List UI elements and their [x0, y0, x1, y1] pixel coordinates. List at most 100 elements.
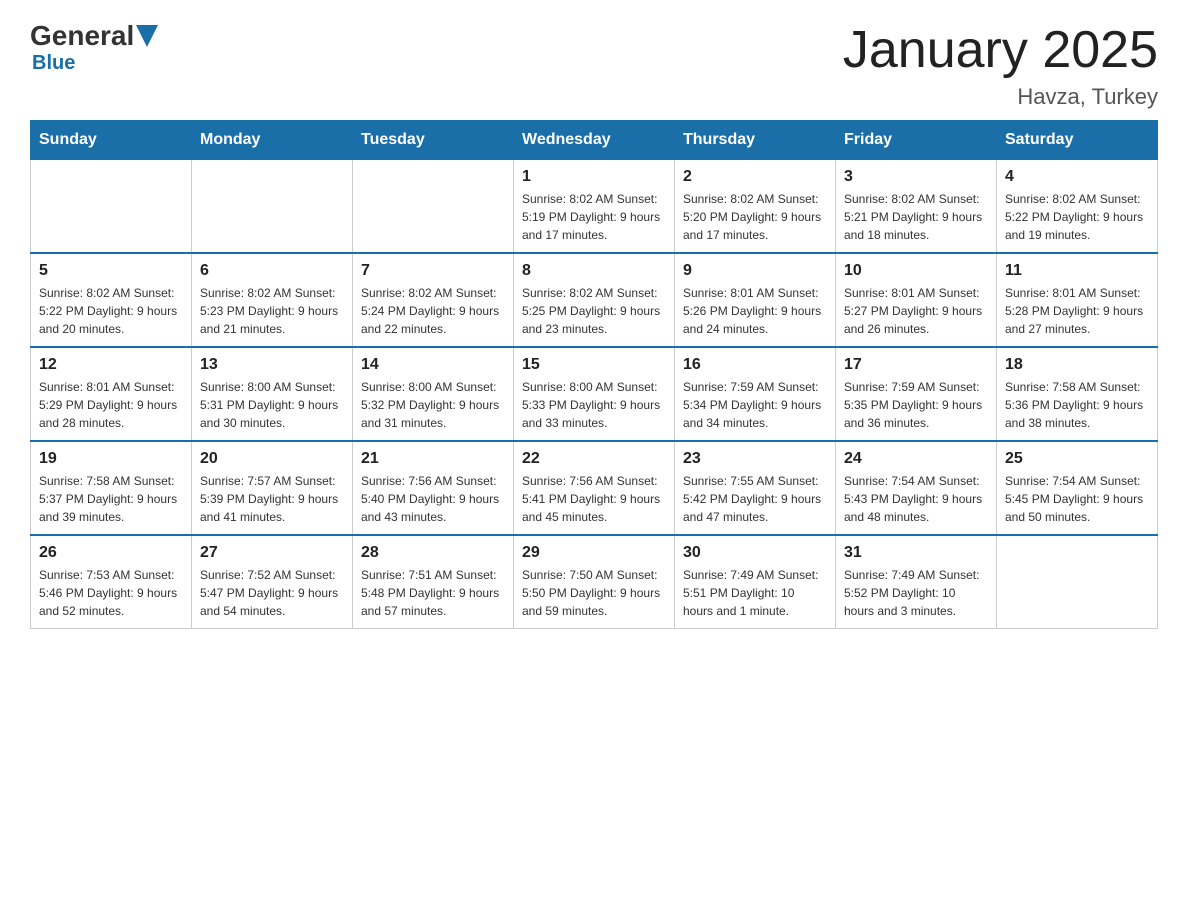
day-info: Sunrise: 8:01 AM Sunset: 5:29 PM Dayligh…	[39, 378, 183, 432]
day-info: Sunrise: 7:51 AM Sunset: 5:48 PM Dayligh…	[361, 566, 505, 620]
day-info: Sunrise: 8:02 AM Sunset: 5:20 PM Dayligh…	[683, 190, 827, 244]
day-cell: 13Sunrise: 8:00 AM Sunset: 5:31 PM Dayli…	[192, 347, 353, 441]
day-number: 11	[1005, 262, 1149, 280]
day-number: 3	[844, 168, 988, 186]
day-info: Sunrise: 7:59 AM Sunset: 5:34 PM Dayligh…	[683, 378, 827, 432]
col-thursday: Thursday	[675, 121, 836, 160]
col-saturday: Saturday	[997, 121, 1158, 160]
day-cell: 17 Sunrise: 7:59 AM Sunset: 5:35 PM Dayli…	[836, 347, 997, 441]
day-number: 25	[1005, 450, 1149, 468]
day-info: Sunrise: 8:02 AM Sunset: 5:24 PM Dayligh…	[361, 284, 505, 338]
day-info: Sunrise: 8:02 AM Sunset: 5:21 PM Dayligh…	[844, 190, 988, 244]
day-number: 22	[522, 450, 666, 468]
day-info: Sunrise: 7:58 AM Sunset: 5:37 PM Dayligh…	[39, 472, 183, 526]
day-number: 5	[39, 262, 183, 280]
day-info: Sunrise: 7:59 AM Sunset: 5:35 PM Dayligh…	[844, 378, 988, 432]
day-number: 8	[522, 262, 666, 280]
day-cell	[31, 160, 192, 254]
day-cell: 24Sunrise: 7:54 AM Sunset: 5:43 PM Dayli…	[836, 441, 997, 535]
day-number: 29	[522, 544, 666, 562]
day-cell: 1Sunrise: 8:02 AM Sunset: 5:19 PM Daylig…	[514, 160, 675, 254]
day-cell: 23 Sunrise: 7:55 AM Sunset: 5:42 PM Dayli…	[675, 441, 836, 535]
day-number: 30	[683, 544, 827, 562]
day-info: Sunrise: 8:01 AM Sunset: 5:26 PM Dayligh…	[683, 284, 827, 338]
page-header: General Blue January 2025 Havza, Turkey	[30, 20, 1158, 110]
day-number: 2	[683, 168, 827, 186]
day-info: Sunrise: 7:58 AM Sunset: 5:36 PM Dayligh…	[1005, 378, 1149, 432]
day-cell: 20 Sunrise: 7:57 AM Sunset: 5:39 PM Dayli…	[192, 441, 353, 535]
day-cell: 16Sunrise: 7:59 AM Sunset: 5:34 PM Dayli…	[675, 347, 836, 441]
day-cell: 10 Sunrise: 8:01 AM Sunset: 5:27 PM Dayli…	[836, 253, 997, 347]
day-info: Sunrise: 7:57 AM Sunset: 5:39 PM Dayligh…	[200, 472, 344, 526]
day-number: 4	[1005, 168, 1149, 186]
day-info: Sunrise: 8:02 AM Sunset: 5:19 PM Dayligh…	[522, 190, 666, 244]
day-cell: 28 Sunrise: 7:51 AM Sunset: 5:48 PM Dayli…	[353, 535, 514, 629]
day-cell: 14Sunrise: 8:00 AM Sunset: 5:32 PM Dayli…	[353, 347, 514, 441]
day-cell	[192, 160, 353, 254]
day-cell	[353, 160, 514, 254]
calendar-location: Havza, Turkey	[843, 84, 1158, 110]
day-cell: 6Sunrise: 8:02 AM Sunset: 5:23 PM Daylig…	[192, 253, 353, 347]
logo-arrow-icon	[136, 25, 158, 47]
day-number: 31	[844, 544, 988, 562]
day-number: 20	[200, 450, 344, 468]
day-cell: 3 Sunrise: 8:02 AM Sunset: 5:21 PM Daylig…	[836, 160, 997, 254]
col-tuesday: Tuesday	[353, 121, 514, 160]
calendar-header: Sunday Monday Tuesday Wednesday Thursday…	[31, 121, 1158, 160]
day-number: 14	[361, 356, 505, 374]
day-cell: 25Sunrise: 7:54 AM Sunset: 5:45 PM Dayli…	[997, 441, 1158, 535]
day-cell: 12Sunrise: 8:01 AM Sunset: 5:29 PM Dayli…	[31, 347, 192, 441]
day-number: 9	[683, 262, 827, 280]
week-row-3: 12Sunrise: 8:01 AM Sunset: 5:29 PM Dayli…	[31, 347, 1158, 441]
day-info: Sunrise: 7:56 AM Sunset: 5:41 PM Dayligh…	[522, 472, 666, 526]
day-info: Sunrise: 7:55 AM Sunset: 5:42 PM Dayligh…	[683, 472, 827, 526]
day-info: Sunrise: 8:02 AM Sunset: 5:25 PM Dayligh…	[522, 284, 666, 338]
day-info: Sunrise: 8:00 AM Sunset: 5:31 PM Dayligh…	[200, 378, 344, 432]
col-monday: Monday	[192, 121, 353, 160]
day-number: 21	[361, 450, 505, 468]
day-info: Sunrise: 7:49 AM Sunset: 5:51 PM Dayligh…	[683, 566, 827, 620]
day-cell	[997, 535, 1158, 629]
week-row-5: 26 Sunrise: 7:53 AM Sunset: 5:46 PM Dayli…	[31, 535, 1158, 629]
day-info: Sunrise: 7:53 AM Sunset: 5:46 PM Dayligh…	[39, 566, 183, 620]
logo-blue-text: Blue	[32, 52, 75, 74]
week-row-4: 19 Sunrise: 7:58 AM Sunset: 5:37 PM Dayli…	[31, 441, 1158, 535]
day-info: Sunrise: 7:49 AM Sunset: 5:52 PM Dayligh…	[844, 566, 988, 620]
day-cell: 5Sunrise: 8:02 AM Sunset: 5:22 PM Daylig…	[31, 253, 192, 347]
day-cell: 22 Sunrise: 7:56 AM Sunset: 5:41 PM Dayli…	[514, 441, 675, 535]
day-cell: 4Sunrise: 8:02 AM Sunset: 5:22 PM Daylig…	[997, 160, 1158, 254]
day-info: Sunrise: 8:02 AM Sunset: 5:23 PM Dayligh…	[200, 284, 344, 338]
calendar-title: January 2025	[843, 20, 1158, 80]
day-cell: 2 Sunrise: 8:02 AM Sunset: 5:20 PM Daylig…	[675, 160, 836, 254]
logo: General Blue	[30, 20, 158, 75]
day-cell: 29Sunrise: 7:50 AM Sunset: 5:50 PM Dayli…	[514, 535, 675, 629]
day-number: 26	[39, 544, 183, 562]
day-number: 24	[844, 450, 988, 468]
calendar-body: 1Sunrise: 8:02 AM Sunset: 5:19 PM Daylig…	[31, 160, 1158, 629]
day-number: 17	[844, 356, 988, 374]
day-number: 15	[522, 356, 666, 374]
day-cell: 7 Sunrise: 8:02 AM Sunset: 5:24 PM Daylig…	[353, 253, 514, 347]
day-cell: 27Sunrise: 7:52 AM Sunset: 5:47 PM Dayli…	[192, 535, 353, 629]
day-cell: 19 Sunrise: 7:58 AM Sunset: 5:37 PM Dayli…	[31, 441, 192, 535]
header-row: Sunday Monday Tuesday Wednesday Thursday…	[31, 121, 1158, 160]
day-number: 19	[39, 450, 183, 468]
calendar-table: Sunday Monday Tuesday Wednesday Thursday…	[30, 120, 1158, 629]
week-row-1: 1Sunrise: 8:02 AM Sunset: 5:19 PM Daylig…	[31, 160, 1158, 254]
day-info: Sunrise: 8:01 AM Sunset: 5:27 PM Dayligh…	[844, 284, 988, 338]
day-cell: 8 Sunrise: 8:02 AM Sunset: 5:25 PM Daylig…	[514, 253, 675, 347]
day-cell: 26 Sunrise: 7:53 AM Sunset: 5:46 PM Dayli…	[31, 535, 192, 629]
day-info: Sunrise: 8:00 AM Sunset: 5:33 PM Dayligh…	[522, 378, 666, 432]
day-number: 10	[844, 262, 988, 280]
col-friday: Friday	[836, 121, 997, 160]
col-wednesday: Wednesday	[514, 121, 675, 160]
day-number: 7	[361, 262, 505, 280]
title-section: January 2025 Havza, Turkey	[843, 20, 1158, 110]
day-cell: 30 Sunrise: 7:49 AM Sunset: 5:51 PM Dayli…	[675, 535, 836, 629]
day-cell: 31 Sunrise: 7:49 AM Sunset: 5:52 PM Dayli…	[836, 535, 997, 629]
day-number: 23	[683, 450, 827, 468]
day-cell: 11Sunrise: 8:01 AM Sunset: 5:28 PM Dayli…	[997, 253, 1158, 347]
day-number: 28	[361, 544, 505, 562]
logo-general-text: General	[30, 20, 134, 52]
day-cell: 21Sunrise: 7:56 AM Sunset: 5:40 PM Dayli…	[353, 441, 514, 535]
